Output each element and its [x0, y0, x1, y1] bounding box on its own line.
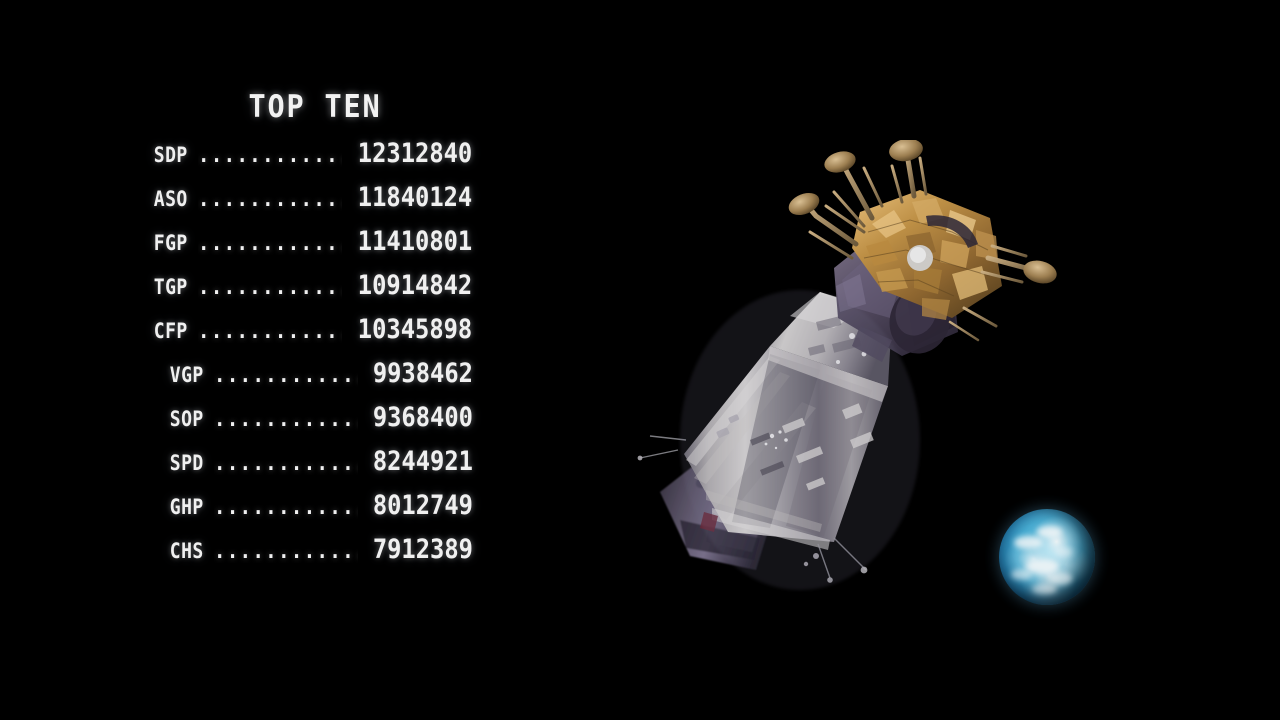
score-row: ASO...................... 11840124 [150, 182, 480, 226]
score-value: 10914842 [357, 270, 473, 301]
score-row: FGP...................... 11410801 [150, 226, 480, 270]
score-initials: SPD [169, 451, 204, 475]
score-row: SPD....................... 8244921 [150, 446, 480, 490]
dot-leader: ....................... [214, 539, 358, 563]
score-row: VGP....................... 9938462 [150, 358, 480, 402]
page-title: TOP TEN [248, 89, 382, 125]
score-initials: CFP [153, 319, 188, 343]
score-value: 11840124 [357, 182, 473, 213]
earth-like-planet [999, 509, 1095, 605]
high-score-board: TOP TEN SDP...................... 1231284… [150, 88, 480, 578]
score-initials: SOP [169, 407, 204, 431]
score-value: 9938462 [373, 358, 474, 389]
score-initials: VGP [169, 363, 204, 387]
score-row: SDP...................... 12312840 [150, 138, 480, 182]
spacecraft-glow [680, 290, 920, 590]
dot-leader: ...................... [197, 319, 342, 343]
dot-leader: ...................... [197, 275, 342, 299]
score-value: 11410801 [357, 226, 473, 257]
dot-leader: ....................... [214, 495, 358, 519]
score-initials: FGP [153, 231, 188, 255]
score-row: CFP...................... 10345898 [150, 314, 480, 358]
dot-leader: ....................... [214, 451, 358, 475]
score-initials: ASO [153, 187, 188, 211]
score-value: 12312840 [357, 138, 473, 169]
score-row: CHS....................... 7912389 [150, 534, 480, 578]
dot-leader: ...................... [197, 187, 342, 211]
score-row: GHP....................... 8012749 [150, 490, 480, 534]
dot-leader: ...................... [197, 231, 342, 255]
score-initials: SDP [153, 143, 188, 167]
score-initials: GHP [169, 495, 204, 519]
score-initials: TGP [153, 275, 188, 299]
score-value: 10345898 [357, 314, 473, 345]
score-list: SDP...................... 12312840 ASO....… [150, 138, 480, 578]
dot-leader: ...................... [197, 143, 342, 167]
score-value: 8244921 [373, 446, 474, 477]
score-value: 8012749 [373, 490, 474, 521]
dot-leader: ....................... [214, 407, 358, 431]
apollo-spacecraft-image [620, 140, 1060, 600]
score-initials: CHS [169, 539, 204, 563]
dot-leader: ....................... [214, 363, 358, 387]
score-row: TGP...................... 10914842 [150, 270, 480, 314]
score-row: SOP....................... 9368400 [150, 402, 480, 446]
score-value: 9368400 [373, 402, 474, 433]
score-value: 7912389 [373, 534, 474, 565]
screen-root: TOP TEN SDP...................... 1231284… [0, 0, 1280, 720]
